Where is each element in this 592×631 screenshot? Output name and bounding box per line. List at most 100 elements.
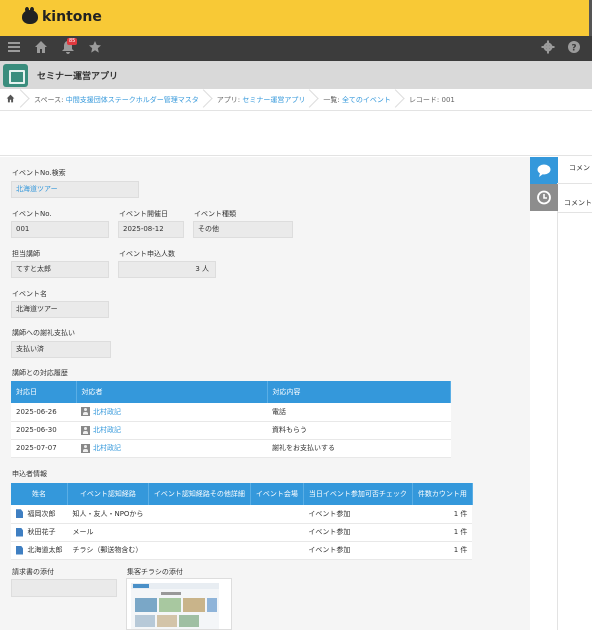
history-date: 2025-06-30	[11, 421, 76, 440]
history-tab[interactable]	[530, 184, 558, 211]
applicant-name: 北海道太郎	[11, 541, 68, 560]
speech-bubble-icon	[537, 164, 551, 177]
table-row: 2025-06-30 北村政記 資料もらう	[11, 421, 451, 440]
applicant-route: 知人・友人・NPOから	[67, 505, 149, 524]
event-name-field: 北海道ツアー	[11, 301, 109, 318]
breadcrumb-app-prefix: アプリ:	[216, 95, 243, 104]
kintone-logo-icon	[22, 7, 38, 24]
comment-label: コメン	[569, 164, 590, 172]
gear-icon[interactable]	[540, 40, 556, 56]
applicants-table-label: 申込者情報	[12, 470, 47, 478]
breadcrumb-separator	[395, 89, 405, 111]
history-col-date: 対応日	[11, 381, 77, 403]
breadcrumb-view[interactable]: 一覧: 全てのイベント	[319, 95, 395, 105]
breadcrumb-view-link[interactable]: 全てのイベント	[342, 96, 391, 104]
event-type-label: イベント種類	[194, 210, 236, 218]
event-date-field: 2025-08-12	[118, 221, 184, 238]
applicants-col-count: 件数カウント用	[412, 483, 473, 505]
applicant-name-text: 秋田花子	[27, 528, 56, 536]
event-search-field[interactable]: 北海道ツアー	[11, 181, 139, 198]
applicants-col-route: イベント認知経路	[67, 483, 149, 505]
history-person: 北村政記	[76, 439, 267, 458]
history-date: 2025-06-26	[11, 403, 76, 422]
side-panel	[557, 157, 592, 630]
record-detail-icon[interactable]	[16, 527, 23, 537]
invoice-attachment-field	[11, 579, 117, 597]
user-icon	[81, 443, 90, 453]
applicants-count-label: イベント申込人数	[119, 250, 175, 258]
history-icon	[537, 190, 551, 205]
history-content: 謝礼をお支払いする	[267, 439, 451, 458]
history-content: 電話	[267, 403, 451, 422]
history-person-link[interactable]: 北村政記	[93, 408, 121, 416]
notification-badge: 85	[67, 38, 78, 45]
applicant-detail	[148, 523, 251, 542]
instructor-label: 担当講師	[12, 250, 40, 258]
breadcrumb-separator	[203, 89, 213, 111]
table-row: 秋田花子 メール イベント参加 1 件	[11, 523, 473, 542]
breadcrumb-separator	[20, 89, 30, 111]
history-person-link[interactable]: 北村政記	[93, 444, 121, 452]
applicant-name: 秋田花子	[11, 523, 68, 542]
table-row: 2025-07-07 北村政記 謝礼をお支払いする	[11, 439, 451, 458]
applicant-name: 福岡次郎	[11, 505, 68, 524]
history-date: 2025-07-07	[11, 439, 76, 458]
global-nav: ?	[0, 36, 592, 61]
history-col-person: 対応者	[76, 381, 268, 403]
app-title: セミナー運営アプリ	[37, 72, 119, 82]
event-name-label: イベント名	[12, 290, 47, 298]
breadcrumb-space-prefix: スペース:	[34, 95, 66, 104]
applicant-venue	[250, 505, 304, 524]
header-bar: kintone	[0, 0, 592, 36]
menu-icon[interactable]	[6, 40, 22, 56]
history-person: 北村政記	[76, 421, 267, 440]
record-detail-icon[interactable]	[16, 509, 23, 519]
breadcrumb-separator	[309, 89, 319, 111]
applicant-detail	[148, 541, 251, 560]
record-detail-icon[interactable]	[16, 545, 23, 555]
breadcrumb-space[interactable]: スペース: 中間支援団体ステークホルダー管理マスタ	[30, 95, 203, 105]
applicants-count-field: 3 人	[118, 261, 216, 278]
applicant-venue	[250, 541, 304, 560]
side-divider	[557, 212, 592, 213]
applicant-count: 1 件	[412, 523, 473, 542]
home-icon[interactable]	[33, 40, 49, 56]
star-icon[interactable]	[87, 40, 103, 56]
comment-tab[interactable]	[530, 157, 558, 184]
event-date-label: イベント開催日	[119, 210, 168, 218]
applicant-check: イベント参加	[303, 523, 413, 542]
applicants-col-name: 姓名	[11, 483, 68, 505]
invoice-attachment-label: 請求書の添付	[12, 568, 54, 576]
brand-name: kintone	[42, 9, 102, 25]
breadcrumb-space-link[interactable]: 中間支援団体ステークホルダー管理マスタ	[66, 96, 199, 104]
event-type-field: その他	[193, 221, 293, 238]
kintone-logo[interactable]: kintone	[22, 7, 102, 25]
history-content: 資料もらう	[267, 421, 451, 440]
help-icon[interactable]: ?	[566, 40, 582, 56]
history-person: 北村政記	[76, 403, 267, 422]
payment-field: 支払い済	[11, 341, 111, 358]
user-icon	[81, 407, 90, 417]
flyer-preview-image	[131, 583, 219, 629]
applicant-check: イベント参加	[303, 541, 413, 560]
event-no-field: 001	[11, 221, 109, 238]
event-no-label: イベントNo.	[12, 210, 52, 218]
applicants-col-check: 当日イベント参加可否チェック	[303, 483, 413, 505]
applicant-route: メール	[67, 523, 149, 542]
breadcrumb-app-link[interactable]: セミナー運営アプリ	[242, 96, 305, 104]
comment-header: コメント	[564, 199, 592, 207]
flyer-thumbnail[interactable]	[126, 578, 232, 630]
flyer-attachment-label: 集客チラシの添付	[127, 568, 183, 576]
record-toolbar	[0, 112, 592, 156]
applicant-detail	[148, 505, 251, 524]
history-table: 対応日 対応者 対応内容 2025-06-26 北村政記 電話 2025-06-…	[11, 381, 451, 458]
applicant-name-text: 福岡次郎	[27, 509, 56, 518]
applicant-route: チラシ（郵送物含む）	[67, 541, 149, 560]
history-table-label: 講師との対応履歴	[12, 369, 68, 377]
applicant-venue	[250, 523, 304, 542]
breadcrumb-view-prefix: 一覧:	[323, 95, 342, 104]
history-person-link[interactable]: 北村政記	[93, 426, 121, 434]
breadcrumb-app[interactable]: アプリ: セミナー運営アプリ	[213, 95, 310, 105]
app-icon[interactable]	[3, 64, 28, 87]
breadcrumb-record: レコード: 001	[408, 95, 455, 104]
